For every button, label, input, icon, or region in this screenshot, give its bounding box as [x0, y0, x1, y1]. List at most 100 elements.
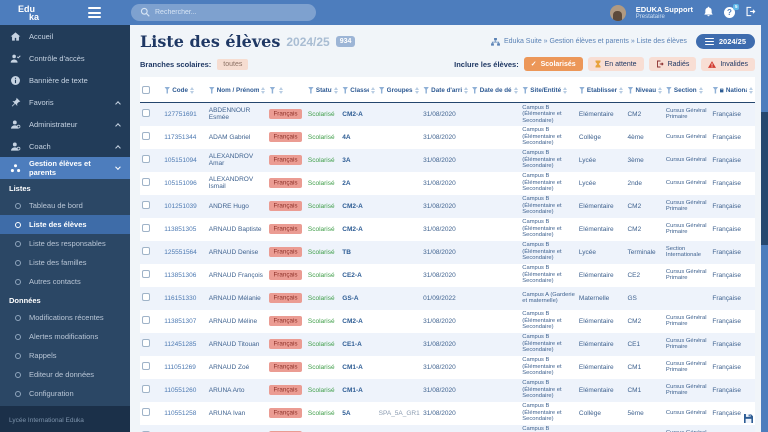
row-checkbox[interactable]: [142, 247, 150, 255]
sidebar-subitem[interactable]: Tableau de bord: [0, 196, 130, 215]
sidebar-subitem[interactable]: Alertes modifications: [0, 327, 130, 346]
sidebar-subitem[interactable]: Liste des responsables: [0, 234, 130, 253]
sort-icon[interactable]: [563, 86, 568, 94]
row-checkbox[interactable]: [142, 293, 150, 301]
sort-icon[interactable]: [463, 86, 468, 94]
column-header-11[interactable]: Section: [663, 77, 711, 103]
sort-icon[interactable]: [698, 86, 703, 94]
table-row[interactable]: 113851306 ARNAUD François Français Scolaris…: [140, 263, 755, 287]
filter-funnel-icon[interactable]: [712, 86, 719, 94]
column-header-10[interactable]: Niveau: [625, 77, 664, 103]
column-header-6[interactable]: Date d'arrivée: [421, 77, 470, 103]
sort-icon[interactable]: [514, 86, 519, 94]
filter-funnel-icon[interactable]: [342, 86, 349, 94]
table-row[interactable]: 113851307 ARNAUD Méline Français Scolarisé C…: [140, 309, 755, 333]
row-checkbox[interactable]: [142, 339, 150, 347]
sidebar-subitem[interactable]: Liste des familles: [0, 253, 130, 272]
row-checkbox[interactable]: [142, 270, 150, 278]
school-year-button[interactable]: 2024/25: [695, 34, 755, 49]
sidebar-item-controle-acces[interactable]: Contrôle d'accès: [0, 47, 130, 69]
select-all-checkbox[interactable]: [142, 86, 150, 94]
filter-funnel-icon[interactable]: [627, 86, 634, 94]
column-header-9[interactable]: Etablissement: [576, 77, 626, 103]
filter-funnel-icon[interactable]: [164, 86, 171, 94]
column-header-3[interactable]: Statut: [305, 77, 341, 103]
eduka-logo[interactable]: Edu ka: [0, 4, 72, 21]
breadcrumb[interactable]: Eduka Suite » Gestion élèves et parents …: [491, 37, 687, 46]
column-header-8[interactable]: Site/Entité: [520, 77, 577, 103]
user-info[interactable]: EDUKA Support Prestataire: [636, 5, 693, 20]
table-row[interactable]: 112451285 ARNAUD Titouan Français Scolarisé…: [140, 332, 755, 356]
row-checkbox[interactable]: [142, 109, 150, 118]
sidebar-item-banniere[interactable]: Bannière de texte: [0, 69, 130, 91]
notifications-button[interactable]: [703, 4, 714, 22]
table-row[interactable]: 110551259ARUNA MonicaFrançaisScolariséCM…: [140, 424, 755, 432]
filter-radies[interactable]: Radiés: [648, 57, 697, 71]
filter-funnel-icon[interactable]: [423, 86, 430, 94]
help-button[interactable]: ? 5: [724, 4, 739, 18]
sidebar-item-coach[interactable]: Coach: [0, 135, 130, 157]
row-checkbox[interactable]: [142, 224, 150, 232]
save-layout-button[interactable]: [744, 410, 753, 428]
column-header-2[interactable]: [267, 77, 306, 103]
table-row[interactable]: 105151096 ALEXANDROV Ismail Français Scolar…: [140, 171, 755, 195]
row-checkbox[interactable]: [142, 316, 150, 324]
branches-chip[interactable]: toutes: [217, 58, 249, 70]
sidebar-subitem[interactable]: Editeur de données: [0, 365, 130, 384]
row-checkbox[interactable]: [142, 362, 150, 370]
table-row[interactable]: 101251039 ANDRE Hugo Français Scolarisé CM2-…: [140, 194, 755, 218]
row-checkbox[interactable]: [142, 201, 150, 209]
filter-funnel-icon[interactable]: [378, 86, 385, 94]
sidebar-subitem[interactable]: Configuration: [0, 384, 130, 403]
table-row[interactable]: 113851305 ARNAUD Baptiste Français Scolaris…: [140, 217, 755, 241]
filter-en-attente[interactable]: En attente: [587, 57, 644, 71]
logout-button[interactable]: [745, 4, 756, 22]
table-row[interactable]: 116151330 ARNAUD Mélanie Français Scolarisé…: [140, 286, 755, 310]
column-header-12[interactable]: Nationalité 1: [710, 77, 755, 103]
row-checkbox[interactable]: [142, 408, 150, 416]
table-row[interactable]: 127751691 ABDENNOUR Esmée Français Scolaris…: [140, 102, 755, 126]
column-header-1[interactable]: Nom / Prénom: [206, 77, 268, 103]
column-header-0[interactable]: Code: [162, 77, 207, 103]
sidebar-item-favoris[interactable]: Favoris: [0, 91, 130, 113]
scrollbar-thumb[interactable]: [761, 112, 768, 245]
filter-funnel-icon[interactable]: [307, 86, 314, 94]
search-input[interactable]: [155, 9, 307, 16]
sidebar-item-administrateur[interactable]: Administrateur: [0, 113, 130, 135]
sort-icon[interactable]: [334, 86, 339, 94]
sidebar-subitem[interactable]: Autres contacts: [0, 272, 130, 291]
sort-icon[interactable]: [261, 86, 266, 94]
column-header-4[interactable]: Classe: [340, 77, 377, 103]
row-checkbox[interactable]: [142, 155, 150, 163]
menu-toggle-icon[interactable]: [88, 7, 101, 18]
vertical-scrollbar[interactable]: [761, 25, 768, 432]
filter-funnel-icon[interactable]: [665, 86, 672, 94]
sort-icon[interactable]: [657, 86, 662, 94]
column-header-7[interactable]: Date de départ: [469, 77, 521, 103]
sidebar-subitem[interactable]: Rappels: [0, 346, 130, 365]
column-header-5[interactable]: Groupes: [376, 77, 422, 103]
filter-funnel-icon[interactable]: [522, 86, 529, 94]
row-checkbox[interactable]: [142, 132, 150, 140]
row-checkbox[interactable]: [142, 178, 150, 186]
search-bar[interactable]: [131, 4, 316, 21]
filter-funnel-icon[interactable]: [208, 86, 215, 94]
table-row[interactable]: 110551258 ARUNA Ivan Français Scolarisé 5A SP…: [140, 401, 755, 425]
avatar[interactable]: [609, 4, 626, 21]
sort-icon[interactable]: [190, 86, 194, 94]
table-row[interactable]: 105151094 ALEXANDROV Amar Français Scolaris…: [140, 148, 755, 172]
sort-icon[interactable]: [370, 86, 375, 94]
sort-icon[interactable]: [749, 86, 753, 94]
sort-icon[interactable]: [279, 86, 284, 94]
table-row[interactable]: 110551260 ARUNA Arto Français Scolarisé CM1-…: [140, 378, 755, 402]
filter-funnel-icon[interactable]: [578, 86, 585, 94]
row-checkbox[interactable]: [142, 385, 150, 393]
sidebar-subitem[interactable]: Liste des élèves: [0, 215, 130, 234]
sort-icon[interactable]: [619, 86, 624, 94]
table-row[interactable]: 117351344 ADAM Gabriel Français Scolarisé 4A…: [140, 125, 755, 149]
sidebar-subitem[interactable]: Modifications récentes: [0, 308, 130, 327]
filter-scolarises[interactable]: ✓ Scolarisés: [523, 57, 583, 71]
filter-funnel-icon[interactable]: [269, 86, 276, 94]
sidebar-item-accueil[interactable]: Accueil: [0, 25, 130, 47]
table-row[interactable]: 111051269 ARNAUD Zoé Français Scolarisé CM1-…: [140, 355, 755, 379]
